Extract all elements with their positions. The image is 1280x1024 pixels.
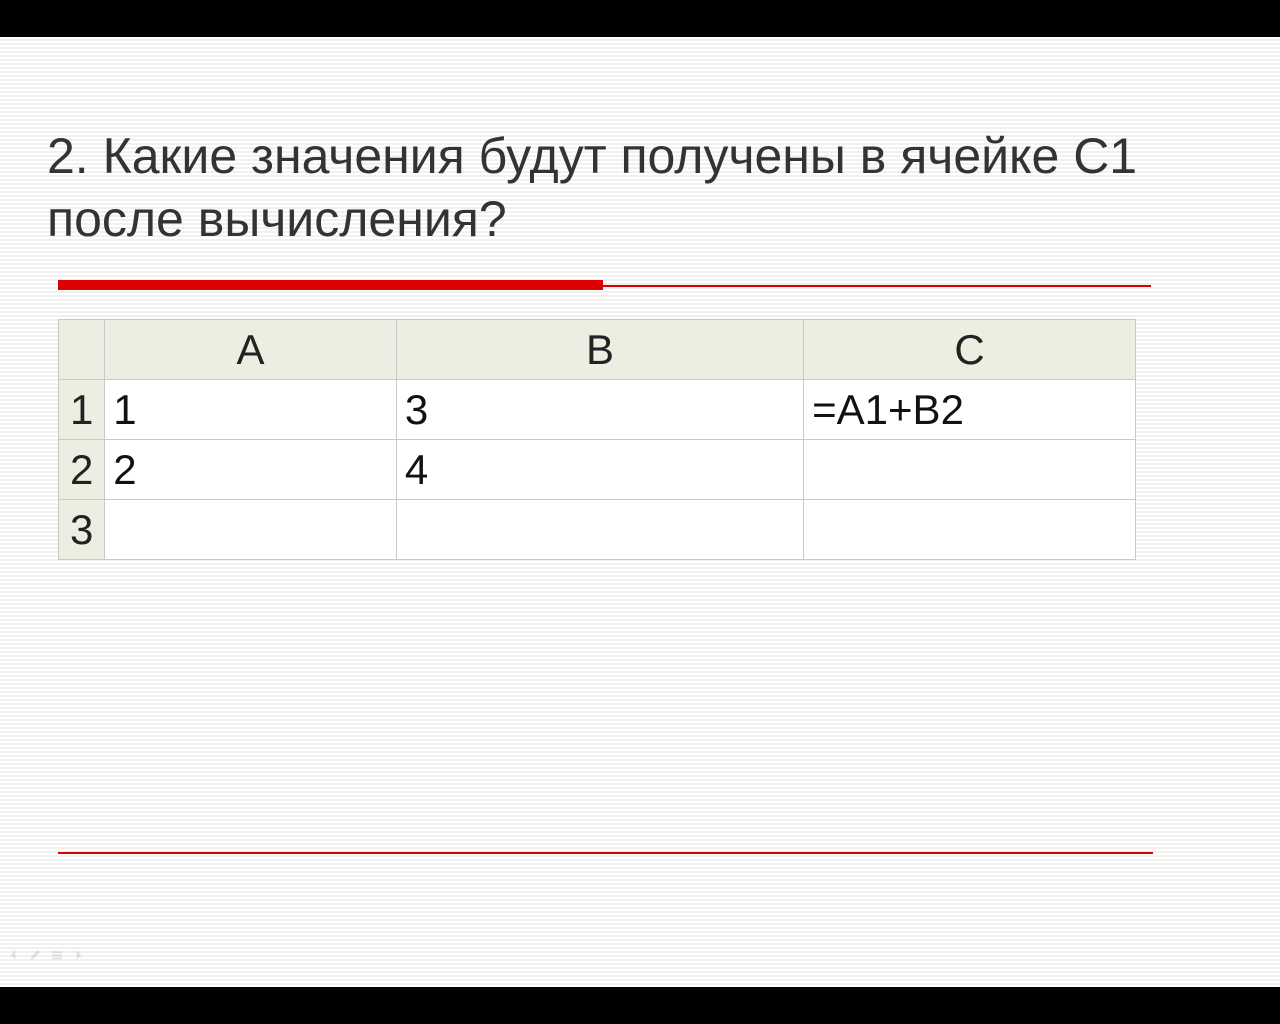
cell-b3 [396, 500, 803, 560]
corner-cell [59, 320, 105, 380]
row-header: 3 [59, 500, 105, 560]
cell-c3 [804, 500, 1136, 560]
menu-icon[interactable] [50, 948, 64, 962]
table-row: 2 2 4 [59, 440, 1136, 500]
bottom-red-line [58, 852, 1153, 854]
cell-a2: 2 [105, 440, 397, 500]
prev-slide-icon[interactable] [6, 948, 20, 962]
cell-c2 [804, 440, 1136, 500]
table-row: 3 [59, 500, 1136, 560]
cell-c1: =A1+B2 [804, 380, 1136, 440]
table-row: 1 1 3 =A1+B2 [59, 380, 1136, 440]
cell-b2: 4 [396, 440, 803, 500]
col-header-c: C [804, 320, 1136, 380]
row-header: 2 [59, 440, 105, 500]
spreadsheet-wrap: A B C 1 1 3 =A1+B2 2 2 4 [58, 319, 1136, 560]
slide: 2. Какие значения будут получены в ячейк… [0, 37, 1280, 987]
col-header-a: A [105, 320, 397, 380]
cell-a1: 1 [105, 380, 397, 440]
row-header: 1 [59, 380, 105, 440]
pen-icon[interactable] [28, 948, 42, 962]
spreadsheet-table: A B C 1 1 3 =A1+B2 2 2 4 [58, 319, 1136, 560]
next-slide-icon[interactable] [72, 948, 86, 962]
col-header-b: B [396, 320, 803, 380]
title-underline [47, 280, 1152, 294]
question-title: 2. Какие значения будут получены в ячейк… [47, 125, 1147, 250]
slide-controls [6, 948, 86, 962]
cell-a3 [105, 500, 397, 560]
thick-red-line [58, 280, 603, 290]
cell-b1: 3 [396, 380, 803, 440]
